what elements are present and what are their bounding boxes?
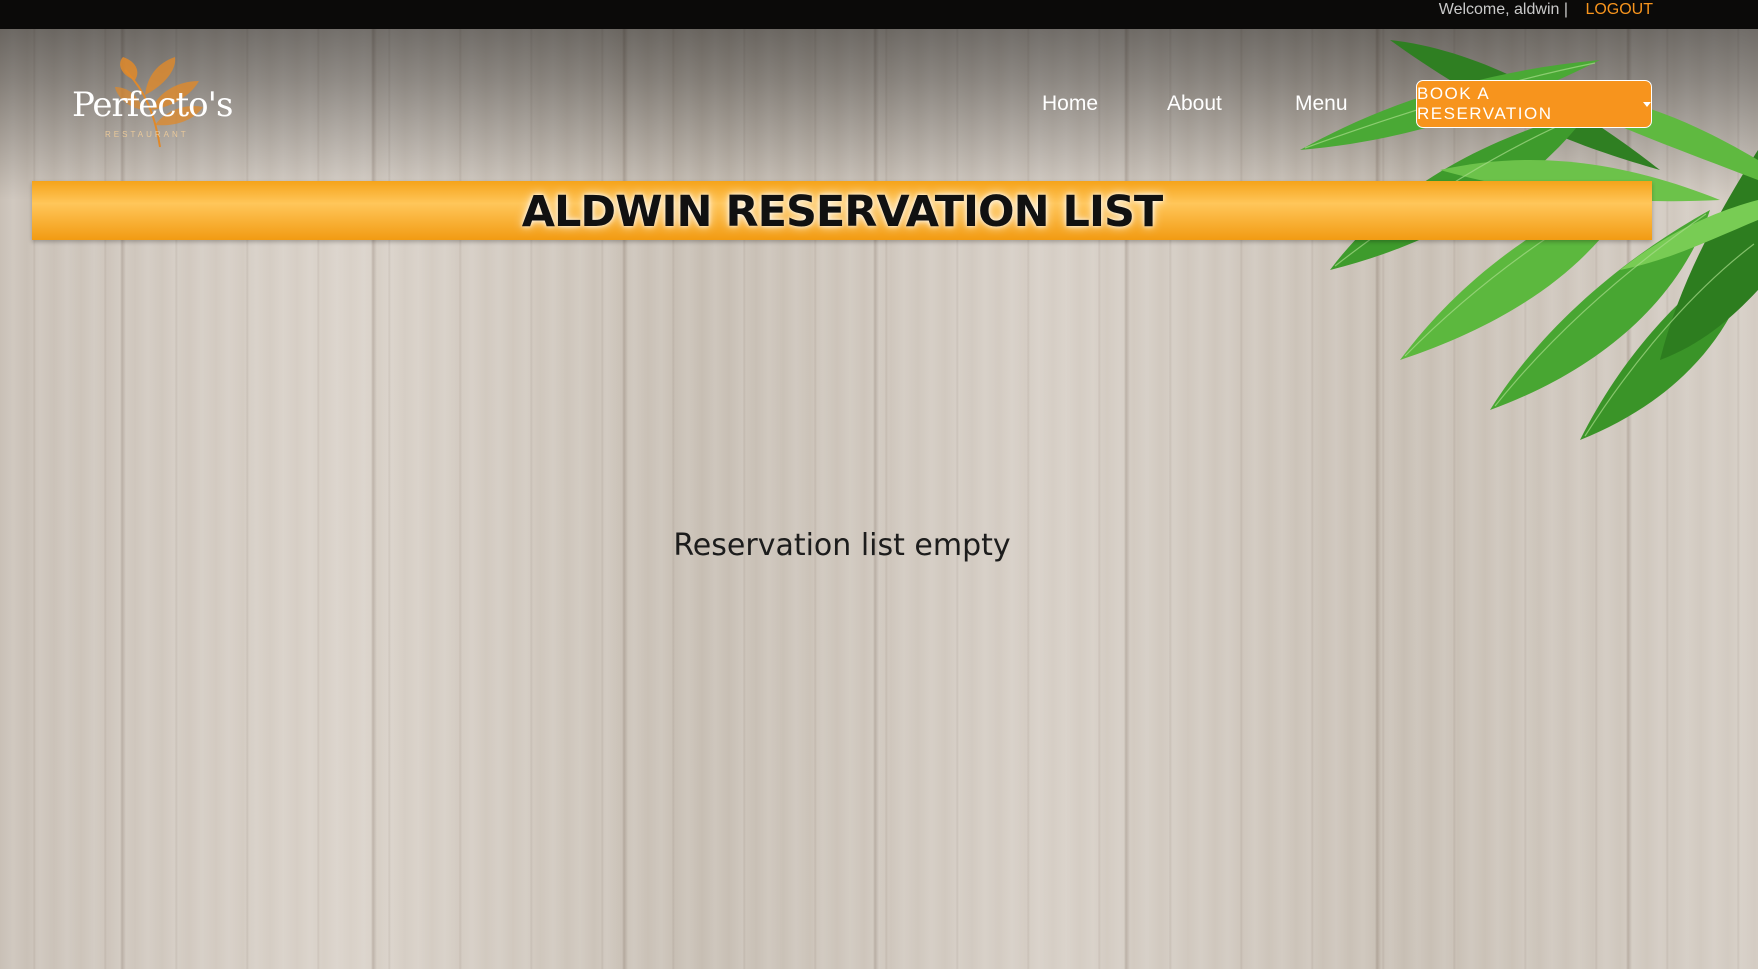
page-banner: ALDWIN RESERVATION LIST: [32, 181, 1652, 240]
logo-name: Perfecto's: [72, 85, 233, 125]
welcome-text: Welcome, aldwin |: [1438, 1, 1568, 18]
nav-about[interactable]: About: [1167, 92, 1222, 116]
page-title: ALDWIN RESERVATION LIST: [521, 187, 1164, 237]
empty-state-message: Reservation list empty: [673, 528, 1011, 563]
logo-subtitle: RESTAURANT: [105, 130, 189, 139]
book-reservation-button[interactable]: BOOK A RESERVATION: [1416, 80, 1652, 128]
nav-menu[interactable]: Menu: [1295, 92, 1348, 116]
caret-down-icon: [1643, 101, 1651, 107]
logo[interactable]: Perfecto's RESTAURANT: [60, 55, 233, 155]
nav-home[interactable]: Home: [1042, 92, 1098, 116]
book-reservation-label: BOOK A RESERVATION: [1417, 84, 1553, 123]
top-bar: Welcome, aldwin | LOGOUT: [0, 0, 1758, 29]
logout-link[interactable]: LOGOUT: [1585, 1, 1653, 19]
